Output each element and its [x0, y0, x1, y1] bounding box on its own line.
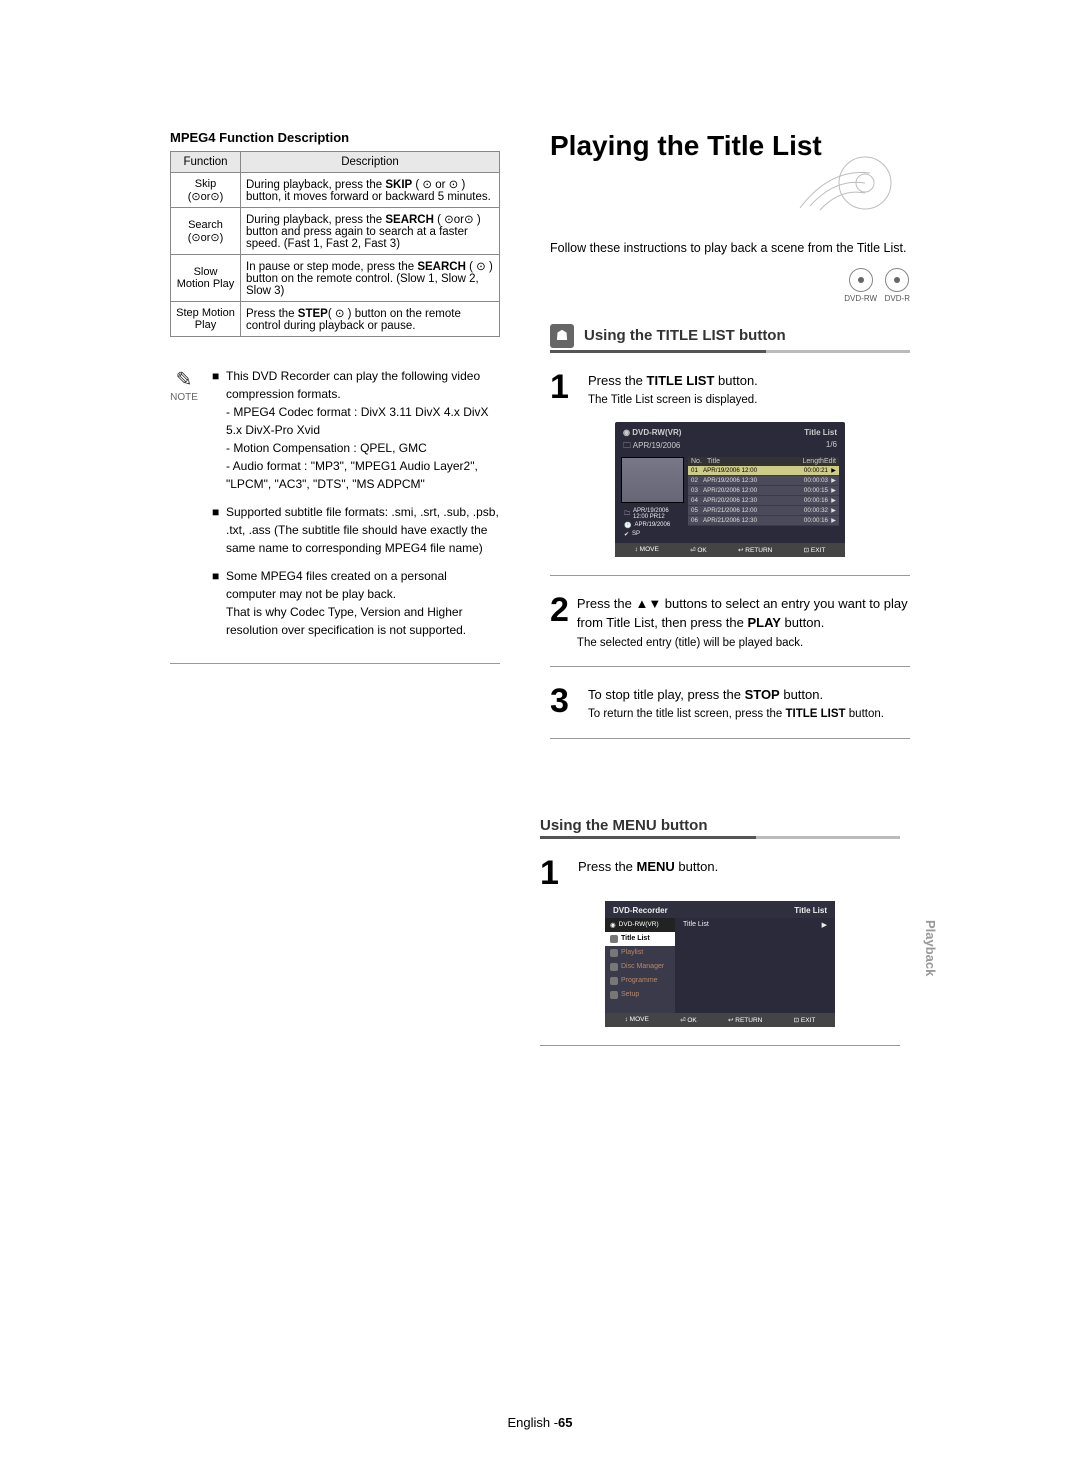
table-row: Search(⊙or⊙) During playback, press the …	[171, 208, 500, 255]
divider	[550, 575, 910, 576]
left-column: MPEG4 Function Description Function Desc…	[170, 130, 500, 682]
table-row: Skip(⊙or⊙) During playback, press the SK…	[171, 173, 500, 208]
page-footer: English -65	[507, 1415, 572, 1430]
divider	[540, 1045, 900, 1046]
divider	[550, 738, 910, 739]
table-title: MPEG4 Function Description	[170, 130, 500, 145]
divider	[550, 666, 910, 667]
disc-manager-icon	[610, 963, 618, 971]
subheading: Using the MENU button	[540, 817, 707, 834]
disc-icon: DVD-RW	[844, 268, 877, 303]
step-1: 1 Press the TITLE LIST button. The Title…	[550, 371, 910, 410]
setup-icon	[610, 991, 618, 999]
menu-osd: DVD-Recorder Title List ◉DVD-RW(VR) Titl…	[605, 901, 835, 1027]
disc-icon: DVD-R	[885, 268, 910, 303]
menu-step-1: 1 Press the MENU button.	[540, 857, 900, 889]
note-block: ✎ NOTE ■ This DVD Recorder can play the …	[170, 367, 500, 649]
playlist-icon	[610, 949, 618, 957]
menu-section: Using the MENU button 1 Press the MENU b…	[540, 757, 900, 1046]
step-3: 3 To stop title play, press the STOP but…	[550, 685, 910, 724]
subheading: ☗ Using the TITLE LIST button	[550, 324, 910, 348]
programme-icon	[610, 977, 618, 985]
divider	[170, 663, 500, 664]
section-tab: Playback	[923, 920, 938, 976]
manual-page: MPEG4 Function Description Function Desc…	[170, 130, 910, 1064]
intro-text: Follow these instructions to play back a…	[550, 239, 910, 258]
table-row: Slow Motion Play In pause or step mode, …	[171, 255, 500, 302]
function-table: Function Description Skip(⊙or⊙) During p…	[170, 151, 500, 337]
title-list-osd: ◉ DVD-RW(VR) Title List 🗀 APR/19/2006 1/…	[615, 422, 845, 557]
disc-badges: DVD-RW DVD-R	[550, 268, 910, 304]
th-function: Function	[171, 152, 241, 173]
th-description: Description	[241, 152, 500, 173]
step-2: 2 Press the ▲▼ buttons to select an entr…	[550, 594, 910, 652]
chevron-right-icon: ▶	[822, 921, 827, 929]
title-list-icon	[610, 935, 618, 943]
thumbnail-icon	[621, 457, 684, 503]
remote-icon: ☗	[550, 324, 574, 348]
table-row: Step Motion Play Press the STEP( ⊙ ) but…	[171, 302, 500, 337]
right-column: Playing the Title List Follow these inst…	[550, 130, 910, 757]
note-icon: ✎ NOTE	[170, 367, 198, 403]
